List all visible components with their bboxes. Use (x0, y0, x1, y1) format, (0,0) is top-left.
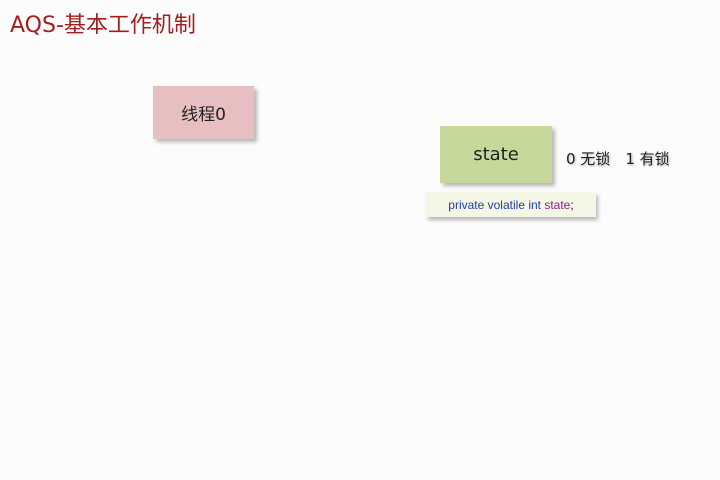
code-variable: state (544, 197, 571, 212)
code-snippet: private volatile int state; (426, 192, 596, 217)
legend-unlocked: 0 无锁 (566, 150, 611, 168)
code-terminator: ; (570, 197, 574, 212)
thread-label: 线程0 (181, 105, 226, 125)
legend-locked: 1 有锁 (625, 150, 670, 168)
slide-title: AQS-基本工作机制 (10, 13, 196, 38)
thread-box: 线程0 (153, 86, 254, 139)
code-keywords: private volatile int (448, 197, 541, 212)
state-label: state (473, 144, 519, 165)
state-box: state (440, 126, 552, 183)
state-legend: 0 无锁 1 有锁 (566, 148, 670, 169)
